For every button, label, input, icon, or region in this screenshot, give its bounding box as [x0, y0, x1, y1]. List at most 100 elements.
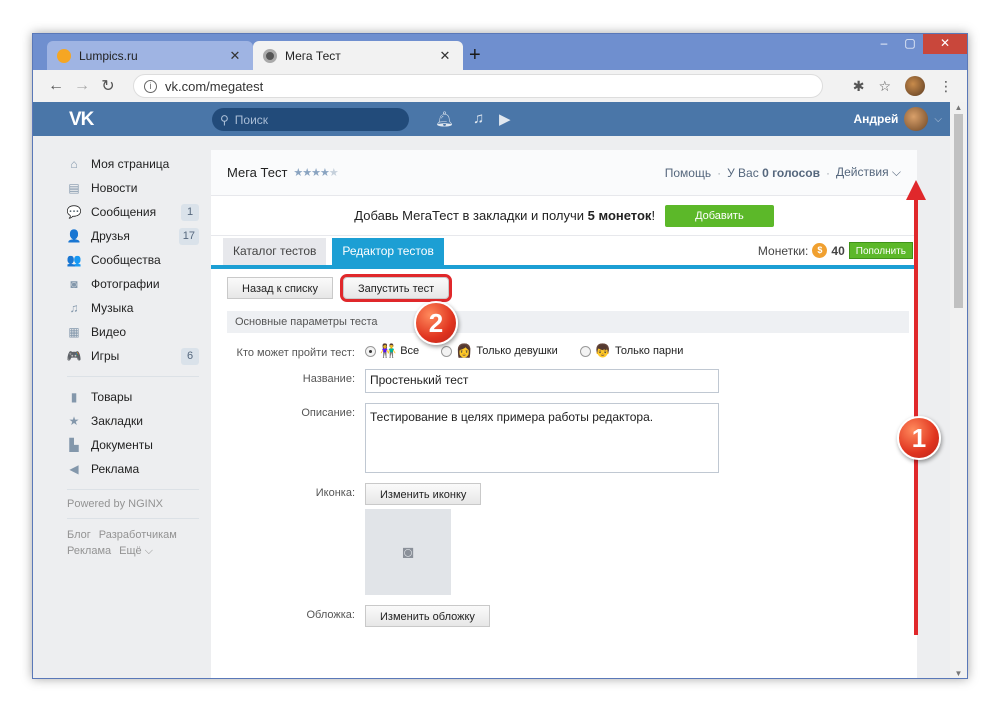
radio-all[interactable]: 👫 Все [365, 343, 419, 359]
sidebar-item[interactable]: ★ Закладки [67, 409, 199, 433]
count-badge: 1 [181, 204, 199, 221]
name-row: Название: Простенький тест [211, 369, 917, 393]
address-bar[interactable]: i vk.com/megatest [133, 74, 823, 98]
sidebar-item-label: Сообщества [91, 253, 161, 267]
name-label: Название: [302, 373, 355, 385]
back-to-list-button[interactable]: Назад к списку [227, 277, 333, 299]
search-input[interactable]: ⚲ Поиск [212, 108, 409, 131]
camera-icon: ◙ [70, 277, 78, 291]
count-badge: 6 [181, 348, 199, 365]
scrollbar-thumb[interactable] [954, 114, 963, 308]
annotation-arrow-head-icon [906, 180, 926, 200]
sidebar-item[interactable]: 👤 Друзья 17 [67, 224, 199, 248]
minimize-button[interactable]: ‒ [871, 34, 897, 54]
home-icon: ⌂ [70, 157, 78, 171]
cover-label: Обложка: [306, 609, 356, 621]
new-tab-button[interactable]: + [469, 44, 481, 66]
change-icon-button[interactable]: Изменить иконку [365, 483, 482, 505]
scrollbar[interactable]: ▲ ▼ [950, 102, 967, 678]
annotation-marker-1: 1 [897, 416, 941, 460]
vk-logo[interactable]: VK [69, 109, 94, 131]
friends-icon: 👤 [66, 229, 82, 243]
footer-links: Блог Разработчикам Реклама Ещё ⌵ [67, 527, 199, 559]
bookmark-star-icon[interactable]: ☆ [878, 78, 891, 95]
tab-lumpics[interactable]: Lumpics.ru ✕ [47, 41, 253, 70]
description-field[interactable]: Тестирование в целях примера работы реда… [365, 403, 719, 473]
sidebar-item[interactable]: ▙ Документы [67, 433, 199, 457]
name-field[interactable]: Простенький тест [365, 369, 719, 393]
people-icon: 👫 [380, 343, 397, 358]
scroll-up-icon[interactable]: ▲ [950, 103, 967, 112]
app-tabs: Каталог тестов Редактор тестов Монетки: … [211, 236, 917, 269]
radio-label: Все [400, 345, 420, 357]
icon-controls: Изменить иконку ◙ [365, 483, 482, 595]
sidebar-item-label: Игры [91, 349, 120, 363]
tab-close-icon[interactable]: ✕ [437, 48, 453, 64]
sidebar-item[interactable]: ♫ Музыка [67, 296, 199, 320]
globe-icon [263, 48, 277, 63]
user-menu[interactable]: Андрей ⌵ [853, 107, 942, 131]
user-name: Андрей [853, 112, 899, 126]
bell-icon[interactable]: 🔔︎ [435, 110, 454, 128]
sidebar-item[interactable]: ◀ Реклама [67, 457, 199, 481]
coins-panel: Монетки: $ 40 Пополнить [758, 242, 913, 259]
radio-dot [579, 345, 591, 357]
groups-icon: 👥 [66, 253, 82, 267]
help-link[interactable]: Помощь [665, 166, 711, 180]
sidebar-item[interactable]: ▦ Видео [67, 320, 199, 344]
sidebar-item[interactable]: 👥 Сообщества [67, 248, 199, 272]
back-arrow-icon[interactable]: ← [43, 77, 69, 95]
camera-placeholder-icon[interactable]: ◙ [365, 509, 451, 595]
sidebar-item[interactable]: ▮ Товары [67, 385, 199, 409]
radio-girls[interactable]: 👩 Только девушки [441, 343, 558, 359]
tab-editor[interactable]: Редактор тестов [332, 238, 444, 265]
divider [67, 518, 199, 519]
who-options: 👫 Все 👩 Только девушки 👦 Только парни [365, 343, 705, 359]
app-header: Мега Тест ★★★★★ Помощь · У Вас 0 голосов… [211, 150, 917, 196]
footer-link[interactable]: Разработчикам [99, 529, 177, 541]
radio-boys[interactable]: 👦 Только парни [579, 343, 683, 359]
app-card: Мега Тест ★★★★★ Помощь · У Вас 0 голосов… [211, 150, 917, 678]
music-icon: ♫ [69, 301, 79, 315]
reload-icon[interactable]: ↻ [95, 76, 121, 96]
run-test-button[interactable]: Запустить тест [339, 274, 453, 302]
bookmark-banner: Добавь МегаТест в закладки и получи 5 мо… [211, 196, 917, 236]
actions-dropdown[interactable]: Действия ⌵ [836, 165, 901, 180]
profile-avatar[interactable] [905, 76, 925, 96]
footer-link[interactable]: Блог [67, 529, 91, 541]
scroll-down-icon[interactable]: ▼ [950, 669, 967, 678]
tab-megatest[interactable]: Мега Тест ✕ [253, 41, 463, 70]
editor-actions: Назад к списку Запустить тест [211, 269, 917, 302]
close-window-button[interactable]: ✕ [923, 34, 967, 54]
maximize-button[interactable]: ▢ [897, 34, 923, 54]
forward-arrow-icon[interactable]: → [69, 77, 95, 95]
app-header-links: Помощь · У Вас 0 голосов · Действия ⌵ [664, 165, 901, 180]
info-icon[interactable]: i [144, 79, 157, 93]
tab-catalog[interactable]: Каталог тестов [223, 238, 327, 265]
footer-link[interactable]: Реклама [67, 545, 111, 557]
sidebar-item[interactable]: ◙ Фотографии [67, 272, 199, 296]
browser-window: Lumpics.ru ✕ Мега Тест ✕ + ‒ ▢ ✕ ← → ↻ i… [32, 33, 968, 679]
music-icon[interactable]: ♫ [473, 110, 484, 127]
footer-link[interactable]: Ещё ⌵ [119, 545, 153, 557]
extension-icon[interactable]: ✱ [853, 78, 865, 95]
search-icon: ⚲ [220, 112, 229, 127]
banner-text-before: Добавь МегаТест в закладки и получи [354, 208, 585, 223]
window-controls: ‒ ▢ ✕ [871, 34, 967, 54]
sidebar-item[interactable]: ▤ Новости [67, 176, 199, 200]
icon-label: Иконка: [315, 487, 355, 499]
menu-dots-icon[interactable]: ⋮ [939, 78, 953, 95]
sidebar-item[interactable]: 🎮 Игры 6 [67, 344, 199, 368]
tab-bar: Lumpics.ru ✕ Мега Тест ✕ + ‒ ▢ ✕ [33, 34, 967, 70]
news-icon: ▤ [68, 181, 80, 195]
star-icon: ★ [68, 414, 80, 428]
divider [67, 376, 199, 377]
change-cover-button[interactable]: Изменить обложку [365, 605, 490, 627]
sidebar-item[interactable]: 💬 Сообщения 1 [67, 200, 199, 224]
tab-close-icon[interactable]: ✕ [227, 48, 243, 64]
add-bookmark-button[interactable]: Добавить [665, 204, 774, 227]
sidebar-item[interactable]: ⌂ Моя страница [67, 152, 199, 176]
page-title: Мега Тест [227, 165, 288, 180]
video-play-icon[interactable]: ▶ [499, 110, 511, 128]
top-up-button[interactable]: Пополнить [848, 242, 913, 259]
